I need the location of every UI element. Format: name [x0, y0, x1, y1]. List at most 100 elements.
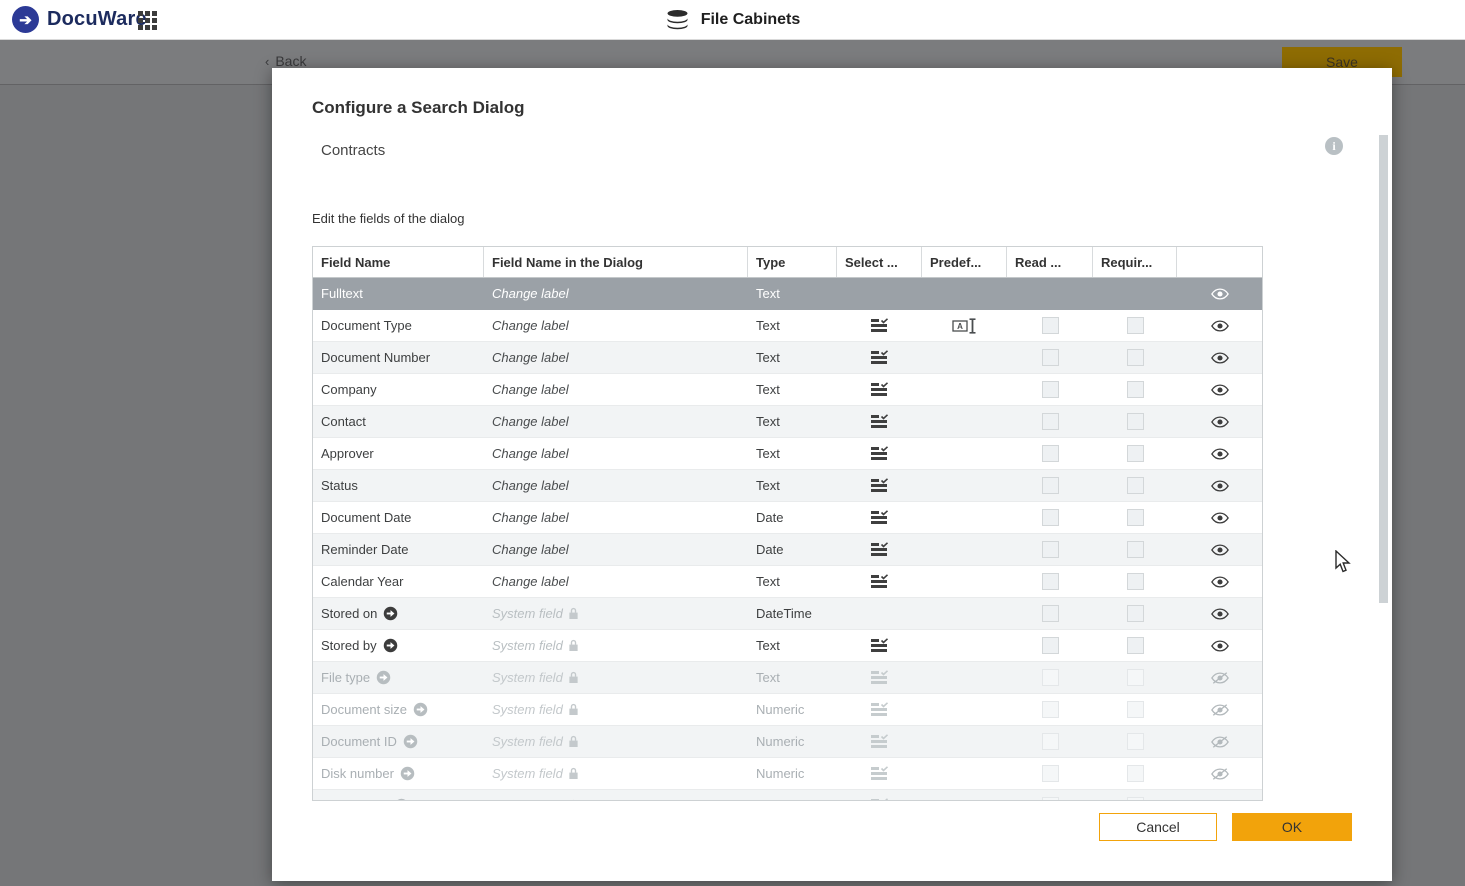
table-row[interactable]: Document ID System field Numeric — [313, 726, 1262, 758]
table-row[interactable]: Reminder Date Change label Date — [313, 534, 1262, 566]
readonly-checkbox[interactable] — [1041, 765, 1059, 782]
select-list-icon[interactable] — [870, 574, 889, 589]
info-icon[interactable]: i — [1325, 137, 1343, 155]
readonly-checkbox[interactable] — [1041, 349, 1059, 366]
required-checkbox[interactable] — [1126, 381, 1144, 398]
required-checkbox[interactable] — [1126, 637, 1144, 654]
visibility-eye-icon[interactable] — [1210, 319, 1229, 332]
visibility-eye-off-icon[interactable] — [1210, 735, 1229, 748]
visibility-eye-icon[interactable] — [1210, 607, 1229, 620]
select-list-icon[interactable] — [870, 318, 889, 333]
table-row[interactable]: Approver Change label Text — [313, 438, 1262, 470]
table-row[interactable]: Company Change label Text — [313, 374, 1262, 406]
table-row[interactable]: Document size System field Numeric — [313, 694, 1262, 726]
visibility-eye-icon[interactable] — [1210, 415, 1229, 428]
required-checkbox[interactable] — [1126, 445, 1144, 462]
visibility-eye-icon[interactable] — [1210, 639, 1229, 652]
change-label-link[interactable]: Change label — [492, 414, 569, 429]
required-checkbox[interactable] — [1126, 765, 1144, 782]
required-checkbox[interactable] — [1126, 605, 1144, 622]
table-row[interactable]: Document Number Change label Text — [313, 342, 1262, 374]
visibility-eye-off-icon[interactable] — [1210, 767, 1229, 780]
required-checkbox[interactable] — [1126, 701, 1144, 718]
readonly-checkbox[interactable] — [1041, 541, 1059, 558]
visibility-eye-off-icon[interactable] — [1211, 799, 1229, 802]
change-label-link[interactable]: Change label — [492, 574, 569, 589]
required-checkbox[interactable] — [1126, 413, 1144, 430]
select-list-icon[interactable] — [870, 382, 889, 397]
readonly-checkbox[interactable] — [1041, 477, 1059, 494]
readonly-checkbox[interactable] — [1041, 413, 1059, 430]
readonly-checkbox[interactable] — [1041, 317, 1059, 334]
table-row[interactable]: Contact Change label Text — [313, 406, 1262, 438]
change-label-link[interactable]: Change label — [492, 510, 569, 525]
ok-button[interactable]: OK — [1232, 813, 1352, 841]
visibility-eye-icon[interactable] — [1210, 447, 1229, 460]
required-checkbox[interactable] — [1126, 317, 1144, 334]
visibility-eye-off-icon[interactable] — [1210, 671, 1229, 684]
select-list-icon[interactable] — [870, 798, 889, 801]
table-row[interactable]: Document Date Change label Date — [313, 502, 1262, 534]
readonly-checkbox[interactable] — [1041, 573, 1059, 590]
select-list-icon[interactable] — [870, 638, 889, 653]
table-row[interactable]: Stored on System field DateTime — [313, 598, 1262, 630]
required-checkbox[interactable] — [1126, 509, 1144, 526]
table-row[interactable]: Status Change label Text — [313, 470, 1262, 502]
cancel-button[interactable]: Cancel — [1099, 813, 1217, 841]
table-row[interactable]: Document Type Change label Text A — [313, 310, 1262, 342]
select-list-icon[interactable] — [870, 414, 889, 429]
select-list-icon[interactable] — [870, 702, 889, 717]
change-label-link[interactable]: Change label — [492, 382, 569, 397]
table-row[interactable]: Modified on System field DateTime — [313, 790, 1262, 802]
required-checkbox[interactable] — [1126, 797, 1144, 800]
dialog-name-field[interactable]: Contracts — [321, 142, 385, 159]
visibility-eye-icon[interactable] — [1210, 351, 1229, 364]
readonly-checkbox[interactable] — [1041, 637, 1059, 654]
readonly-checkbox[interactable] — [1041, 669, 1059, 686]
select-list-icon[interactable] — [870, 510, 889, 525]
required-checkbox[interactable] — [1126, 477, 1144, 494]
change-label-link[interactable]: Change label — [492, 286, 569, 301]
modal-scrollbar-thumb[interactable] — [1379, 135, 1388, 603]
docuware-logo[interactable]: ➔ DocuWare — [12, 6, 147, 33]
visibility-eye-icon[interactable] — [1210, 287, 1229, 300]
required-checkbox[interactable] — [1126, 573, 1144, 590]
table-row[interactable]: Disk number System field Numeric — [313, 758, 1262, 790]
table-row[interactable]: Stored by System field Text — [313, 630, 1262, 662]
change-label-link[interactable]: Change label — [492, 350, 569, 365]
table-row[interactable]: File type System field Text — [313, 662, 1262, 694]
select-list-icon[interactable] — [870, 766, 889, 781]
visibility-eye-icon[interactable] — [1210, 383, 1229, 396]
select-list-icon[interactable] — [870, 542, 889, 557]
select-list-icon[interactable] — [870, 446, 889, 461]
visibility-eye-off-icon[interactable] — [1210, 703, 1229, 716]
readonly-checkbox[interactable] — [1041, 733, 1059, 750]
readonly-checkbox[interactable] — [1041, 509, 1059, 526]
back-button[interactable]: ‹ Back — [265, 53, 306, 69]
readonly-checkbox[interactable] — [1041, 605, 1059, 622]
readonly-checkbox[interactable] — [1041, 381, 1059, 398]
change-label-link[interactable]: Change label — [492, 478, 569, 493]
apps-grid-icon[interactable] — [138, 11, 157, 30]
change-label-link[interactable]: Change label — [492, 542, 569, 557]
required-checkbox[interactable] — [1126, 733, 1144, 750]
predefined-entry-icon[interactable]: A — [951, 317, 978, 335]
table-row[interactable]: Fulltext Change label Text — [313, 278, 1262, 310]
change-label-link[interactable]: Change label — [492, 446, 569, 461]
select-list-icon[interactable] — [870, 478, 889, 493]
change-label-link[interactable]: Change label — [492, 318, 569, 333]
visibility-eye-icon[interactable] — [1210, 511, 1229, 524]
readonly-checkbox[interactable] — [1041, 701, 1059, 718]
visibility-eye-icon[interactable] — [1210, 479, 1229, 492]
readonly-checkbox[interactable] — [1041, 445, 1059, 462]
select-list-icon[interactable] — [870, 350, 889, 365]
required-checkbox[interactable] — [1126, 541, 1144, 558]
visibility-eye-icon[interactable] — [1210, 543, 1229, 556]
select-list-icon[interactable] — [870, 670, 889, 685]
required-checkbox[interactable] — [1126, 349, 1144, 366]
table-row[interactable]: Calendar Year Change label Text — [313, 566, 1262, 598]
select-list-icon[interactable] — [870, 734, 889, 749]
visibility-eye-icon[interactable] — [1210, 575, 1229, 588]
readonly-checkbox[interactable] — [1041, 797, 1059, 800]
required-checkbox[interactable] — [1126, 669, 1144, 686]
